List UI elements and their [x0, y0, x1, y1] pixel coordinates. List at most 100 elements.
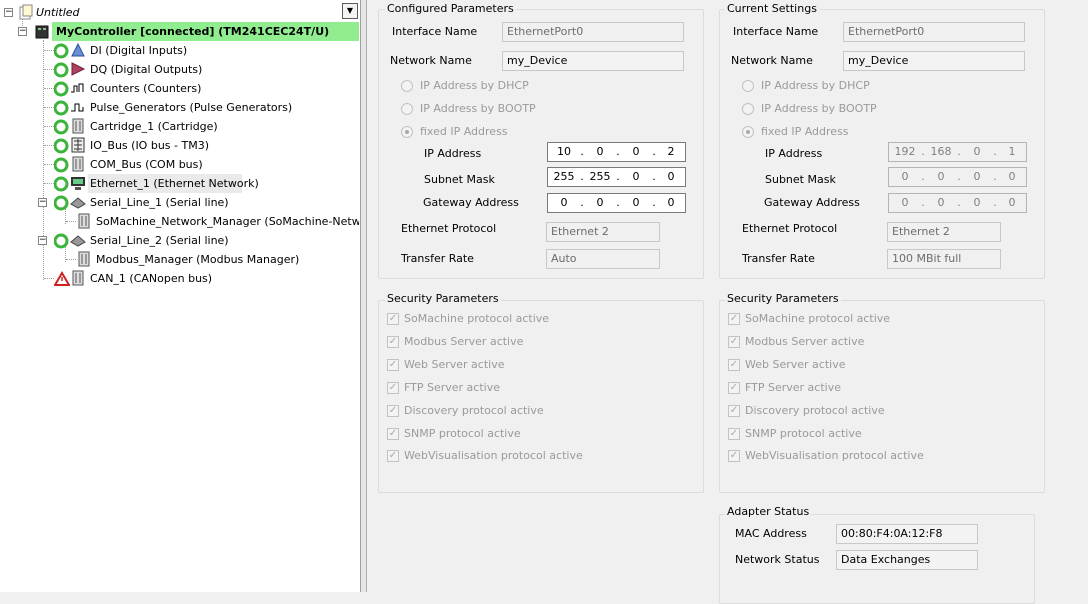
- ip-address-label: IP Address: [424, 147, 482, 160]
- ok-status-icon: [54, 176, 69, 192]
- checkbox-label: Discovery protocol active: [404, 404, 544, 417]
- interface-name-field[interactable]: EthernetPort0: [502, 22, 684, 42]
- webvisualisation-protocol-checkbox[interactable]: ✓: [387, 450, 399, 462]
- ok-status-icon: [54, 138, 69, 154]
- network-name-label: Network Name: [731, 54, 813, 67]
- serial-line-icon: [70, 235, 86, 247]
- bootp-radio-label: IP Address by BOOTP: [420, 102, 536, 115]
- interface-name-label: Interface Name: [392, 25, 478, 38]
- subnet-mask-label: Subnet Mask: [424, 173, 495, 186]
- transfer-rate-field[interactable]: Auto: [546, 249, 660, 269]
- dhcp-radio-label: IP Address by DHCP: [420, 79, 529, 92]
- tree-item-com-bus[interactable]: COM_Bus (COM bus): [44, 155, 354, 174]
- ethernet-protocol-label: Ethernet Protocol: [742, 222, 838, 235]
- tree-item-label: Ethernet_1 (Ethernet Network): [90, 177, 259, 190]
- tree-item-label: Serial_Line_1 (Serial line): [90, 196, 229, 209]
- tree-item-controller[interactable]: − MyController [connected] (TM241CEC24T/…: [18, 22, 358, 41]
- tree-item-label: Serial_Line_2 (Serial line): [90, 234, 229, 247]
- ok-status-icon: [54, 157, 69, 173]
- ok-status-icon: [54, 81, 69, 97]
- tree-item-pulse-generators[interactable]: Pulse_Generators (Pulse Generators): [44, 98, 354, 117]
- fixed-ip-radio-label: fixed IP Address: [420, 125, 508, 138]
- tree-item-label: Modbus_Manager (Modbus Manager): [96, 253, 300, 266]
- subnet-mask-label: Subnet Mask: [765, 173, 836, 186]
- current-subnet-mask-field: 0. 0. 0. 0: [888, 167, 1027, 187]
- bootp-radio[interactable]: [401, 103, 413, 115]
- ethernet-protocol-field[interactable]: Ethernet 2: [546, 222, 660, 242]
- current-discovery-protocol-checkbox: ✓: [728, 405, 740, 417]
- ok-status-icon: [54, 62, 69, 78]
- tree-item-dq[interactable]: DQ (Digital Outputs): [44, 60, 354, 79]
- checkbox-label: FTP Server active: [745, 381, 841, 394]
- current-transfer-rate-field: 100 MBit full: [887, 249, 1001, 269]
- gateway-address-field[interactable]: 0. 0. 0. 0: [547, 193, 686, 213]
- tree-item-serial-line-2[interactable]: − Serial_Line_2 (Serial line): [38, 231, 354, 250]
- transfer-rate-label: Transfer Rate: [742, 252, 815, 265]
- transfer-rate-label: Transfer Rate: [401, 252, 474, 265]
- ok-status-icon: [54, 233, 69, 249]
- network-name-label: Network Name: [390, 54, 472, 67]
- serial-line-icon: [70, 197, 86, 209]
- somachine-protocol-checkbox[interactable]: ✓: [387, 313, 399, 325]
- subnet-mask-field[interactable]: 255. 255. 0. 0: [547, 167, 686, 187]
- controller-icon: [35, 25, 49, 39]
- ip-address-field[interactable]: 10. 0. 0. 2: [547, 142, 686, 162]
- tree-item-modbus-manager[interactable]: Modbus_Manager (Modbus Manager): [66, 250, 356, 269]
- tree-root-label: Untitled: [36, 6, 80, 19]
- current-bootp-radio-label: IP Address by BOOTP: [761, 102, 877, 115]
- tree-item-io-bus[interactable]: IO_Bus (IO bus - TM3): [44, 136, 354, 155]
- fixed-ip-radio[interactable]: [401, 126, 413, 138]
- discovery-protocol-checkbox[interactable]: ✓: [387, 405, 399, 417]
- modbus-server-checkbox[interactable]: ✓: [387, 336, 399, 348]
- device-tree[interactable]: − Untitled ▼ − MyController [connected] …: [0, 0, 361, 592]
- checkbox-label: Modbus Server active: [745, 335, 865, 348]
- dhcp-radio[interactable]: [401, 80, 413, 92]
- checkbox-label: WebVisualisation protocol active: [404, 449, 583, 462]
- checkbox-label: SoMachine protocol active: [745, 312, 891, 325]
- current-modbus-server-checkbox: ✓: [728, 336, 740, 348]
- tree-controller-label: MyController [connected] (TM241CEC24T/U): [56, 25, 330, 38]
- current-ip-address-field: 192. 168. 0. 1: [888, 142, 1027, 162]
- tree-item-ethernet[interactable]: Ethernet_1 (Ethernet Network): [44, 174, 354, 193]
- current-somachine-protocol-checkbox: ✓: [728, 313, 740, 325]
- tree-item-serial-line-1[interactable]: − Serial_Line_1 (Serial line): [38, 193, 354, 212]
- tree-item-can-1[interactable]: CAN_1 (CANopen bus): [44, 269, 354, 288]
- web-server-checkbox[interactable]: ✓: [387, 359, 399, 371]
- mac-address-field: 00:80:F4:0A:12:F8: [836, 524, 978, 544]
- checkbox-label: WebVisualisation protocol active: [745, 449, 924, 462]
- collapse-icon[interactable]: −: [18, 27, 27, 36]
- network-name-field[interactable]: my_Device: [502, 51, 684, 71]
- network-status-field: Data Exchanges: [836, 550, 978, 570]
- mac-address-label: MAC Address: [735, 527, 807, 540]
- tree-item-label: IO_Bus (IO bus - TM3): [90, 139, 209, 152]
- collapse-icon[interactable]: −: [38, 236, 47, 245]
- current-settings-title: Current Settings: [725, 2, 819, 15]
- tree-item-label: SoMachine_Network_Manager (SoMachine-Net…: [96, 215, 359, 228]
- checkbox-label: Web Server active: [745, 358, 846, 371]
- ftp-server-checkbox[interactable]: ✓: [387, 382, 399, 394]
- snmp-protocol-checkbox[interactable]: ✓: [387, 428, 399, 440]
- checkbox-label: SoMachine protocol active: [404, 312, 550, 325]
- checkbox-label: Discovery protocol active: [745, 404, 885, 417]
- chevron-down-icon[interactable]: ▼: [342, 3, 358, 19]
- current-fixed-ip-radio: [742, 126, 754, 138]
- current-interface-name-field: EthernetPort0: [843, 22, 1025, 42]
- collapse-icon[interactable]: −: [38, 198, 47, 207]
- tree-item-label: DQ (Digital Outputs): [90, 63, 203, 76]
- ethernet-protocol-label: Ethernet Protocol: [401, 222, 497, 235]
- tree-item-cartridge[interactable]: Cartridge_1 (Cartridge): [44, 117, 354, 136]
- ip-address-label: IP Address: [765, 147, 823, 160]
- current-bootp-radio: [742, 103, 754, 115]
- current-security-parameters-group: [719, 300, 1045, 493]
- tree-item-di[interactable]: DI (Digital Inputs): [44, 41, 354, 60]
- collapse-icon[interactable]: −: [4, 8, 13, 17]
- tree-root[interactable]: − Untitled: [2, 3, 342, 22]
- current-ftp-server-checkbox: ✓: [728, 382, 740, 394]
- panel-splitter[interactable]: [361, 0, 367, 592]
- current-snmp-protocol-checkbox: ✓: [728, 428, 740, 440]
- project-icon: [19, 4, 33, 20]
- tree-item-counters[interactable]: Counters (Counters): [44, 79, 354, 98]
- current-web-server-checkbox: ✓: [728, 359, 740, 371]
- tree-item-network-manager[interactable]: SoMachine_Network_Manager (SoMachine-Net…: [66, 212, 359, 231]
- tree-item-label: Cartridge_1 (Cartridge): [90, 120, 218, 133]
